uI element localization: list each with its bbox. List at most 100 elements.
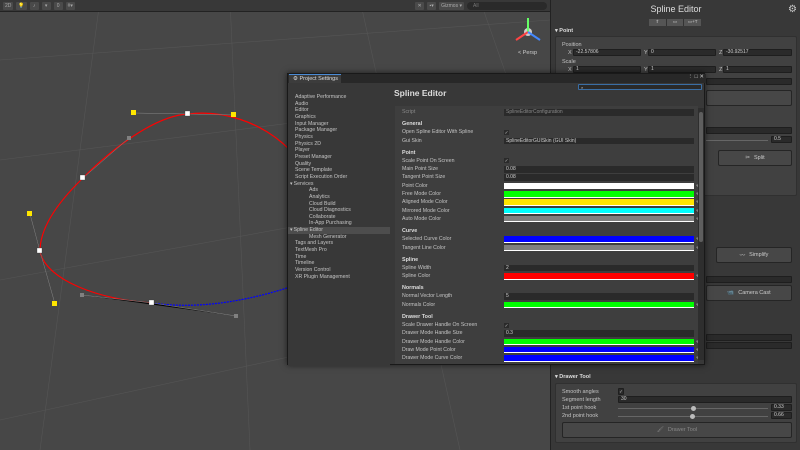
nav-item[interactable]: Script Execution Order <box>288 174 390 181</box>
mode-button-1[interactable]: ⇑ <box>649 19 667 26</box>
mode-button-2[interactable]: ▭ <box>667 19 685 26</box>
gear-icon[interactable]: ⚙ <box>788 4 797 15</box>
nav-item[interactable]: ▾Services <box>288 181 390 188</box>
scale-x-field[interactable]: 1 <box>573 66 641 73</box>
settings-scrollbar[interactable] <box>698 108 704 360</box>
nav-item[interactable]: Mesh Generator <box>288 234 390 241</box>
setting-checkbox[interactable]: ✓ <box>504 129 509 135</box>
nav-item[interactable]: Physics <box>288 134 390 141</box>
nav-item[interactable]: In-App Purchasing <box>288 220 390 227</box>
nav-item[interactable]: Graphics <box>288 114 390 121</box>
setting-checkbox[interactable]: ✓ <box>504 158 509 164</box>
camera-icon[interactable]: ▪▾ <box>427 1 437 10</box>
nav-item[interactable]: Adaptive Performance <box>288 94 390 101</box>
nav-item[interactable]: Physics 2D <box>288 141 390 148</box>
nav-item[interactable]: Tags and Layers <box>288 240 390 247</box>
nav-item[interactable]: TextMesh Pro <box>288 247 390 254</box>
smooth-angles-checkbox[interactable]: ✓ <box>618 388 624 395</box>
color-swatch[interactable] <box>504 199 694 206</box>
nav-item[interactable]: ▾Spline Editor <box>288 227 390 234</box>
project-settings-tab[interactable]: ⚙ Project Settings <box>289 74 341 83</box>
scale-z-field[interactable]: 1 <box>723 66 792 73</box>
expand-arrow-icon[interactable]: ▾ <box>290 227 293 233</box>
hidden-objects-button[interactable]: 0 <box>53 1 63 10</box>
expand-arrow-icon[interactable]: ▾ <box>290 181 293 187</box>
nav-item[interactable]: Time <box>288 254 390 261</box>
slider-track[interactable] <box>706 140 768 141</box>
setting-label: Auto Mode Color <box>402 215 441 222</box>
setting-field[interactable]: 2 <box>504 264 694 272</box>
nav-item[interactable]: Input Manager <box>288 121 390 128</box>
mode-button-3[interactable]: ▭+T <box>684 19 701 26</box>
drawer-tool-button[interactable]: 🖌 Drawer Tool <box>562 422 792 438</box>
hook2-slider-knob[interactable] <box>690 413 695 419</box>
selected-curve[interactable] <box>151 286 291 306</box>
nav-item[interactable]: Player <box>288 147 390 154</box>
simplify-button[interactable]: 〰 Simplify <box>716 247 792 263</box>
nav-item[interactable]: Editor <box>288 107 390 114</box>
slider-value-field[interactable]: 0.5 <box>771 136 792 143</box>
scrollbar-thumb[interactable] <box>699 112 703 242</box>
camera-cast-button[interactable]: 📹 Camera Cast <box>706 285 792 301</box>
camera-object-field[interactable] <box>706 276 792 283</box>
nav-item[interactable]: Collaborate <box>288 214 390 221</box>
spline-curve[interactable] <box>39 112 291 304</box>
color-swatch[interactable] <box>504 355 694 362</box>
setting-checkbox[interactable]: ✓ <box>504 322 509 328</box>
hook2-field[interactable]: 0.66 <box>771 412 792 419</box>
nav-item[interactable]: Cloud Diagnostics <box>288 207 390 214</box>
close-icon[interactable]: ✕ <box>699 74 704 80</box>
hook1-slider-knob[interactable] <box>691 405 696 411</box>
menu-icon[interactable]: ⋮ <box>688 74 694 80</box>
scene-search-input[interactable]: All <box>467 1 547 10</box>
color-swatch[interactable] <box>504 338 694 346</box>
scale-y-field[interactable]: 1 <box>648 66 716 73</box>
nav-item[interactable]: Timeline <box>288 260 390 267</box>
mode-dropdown[interactable] <box>706 78 792 85</box>
color-swatch[interactable] <box>504 215 694 223</box>
gizmos-dropdown[interactable]: Gizmos ▾ <box>439 1 464 10</box>
segment-length-field[interactable]: 30 <box>618 396 792 403</box>
color-swatch[interactable] <box>504 182 694 190</box>
color-swatch[interactable] <box>504 346 694 354</box>
hook1-field[interactable]: 0.33 <box>771 404 792 411</box>
color-swatch[interactable] <box>504 207 694 215</box>
nav-item[interactable]: Analytics <box>288 194 390 201</box>
nav-item[interactable]: Preset Manager <box>288 154 390 161</box>
nav-item[interactable]: Cloud Build <box>288 201 390 208</box>
color-swatch[interactable] <box>504 244 694 252</box>
color-swatch[interactable] <box>504 273 694 280</box>
maximize-icon[interactable]: □ <box>695 74 698 80</box>
hidden-button[interactable] <box>706 90 792 106</box>
point-foldout[interactable]: ▾ Point <box>555 28 573 34</box>
tools-icon[interactable]: ✕ <box>415 1 425 10</box>
setting-field[interactable]: 0.08 <box>504 174 694 181</box>
nav-item[interactable]: Scene Template <box>288 167 390 174</box>
setting-field[interactable]: SplineEditorGUISkin (GUI Skin) <box>504 137 694 145</box>
nav-item[interactable]: Version Control <box>288 267 390 274</box>
nav-item[interactable]: XR Plugin Management <box>288 274 390 281</box>
position-x-field[interactable]: -22.57806 <box>573 49 641 56</box>
nav-item[interactable]: Quality <box>288 161 390 168</box>
audio-icon[interactable]: ♪ <box>29 1 39 10</box>
nav-item[interactable]: Package Manager <box>288 127 390 134</box>
effects-icon[interactable]: ▾ <box>41 1 51 10</box>
position-y-field[interactable]: 0 <box>648 49 716 56</box>
setting-field[interactable]: 0.08 <box>504 166 694 173</box>
nav-item[interactable]: Audio <box>288 101 390 108</box>
color-swatch[interactable] <box>504 301 694 309</box>
color-swatch[interactable] <box>504 191 694 198</box>
draw-mode-button[interactable]: 2D <box>3 1 14 10</box>
setting-field[interactable]: 0.3 <box>504 330 694 337</box>
split-button[interactable]: ✂ Split <box>718 150 792 166</box>
setting-field[interactable]: 5 <box>504 293 694 300</box>
color-swatch[interactable] <box>504 236 694 243</box>
grid-icon[interactable]: #▾ <box>65 1 75 10</box>
drawer-tool-foldout[interactable]: ▾ Drawer Tool <box>555 374 591 380</box>
lighting-icon[interactable]: 💡 <box>16 1 27 10</box>
position-z-field[interactable]: -30.92517 <box>723 49 792 56</box>
hook1-label: 1st point hook <box>562 405 597 411</box>
nav-item[interactable]: Ads <box>288 187 390 194</box>
persp-label[interactable]: < Persp <box>518 50 537 56</box>
hidden-field[interactable] <box>706 127 792 134</box>
